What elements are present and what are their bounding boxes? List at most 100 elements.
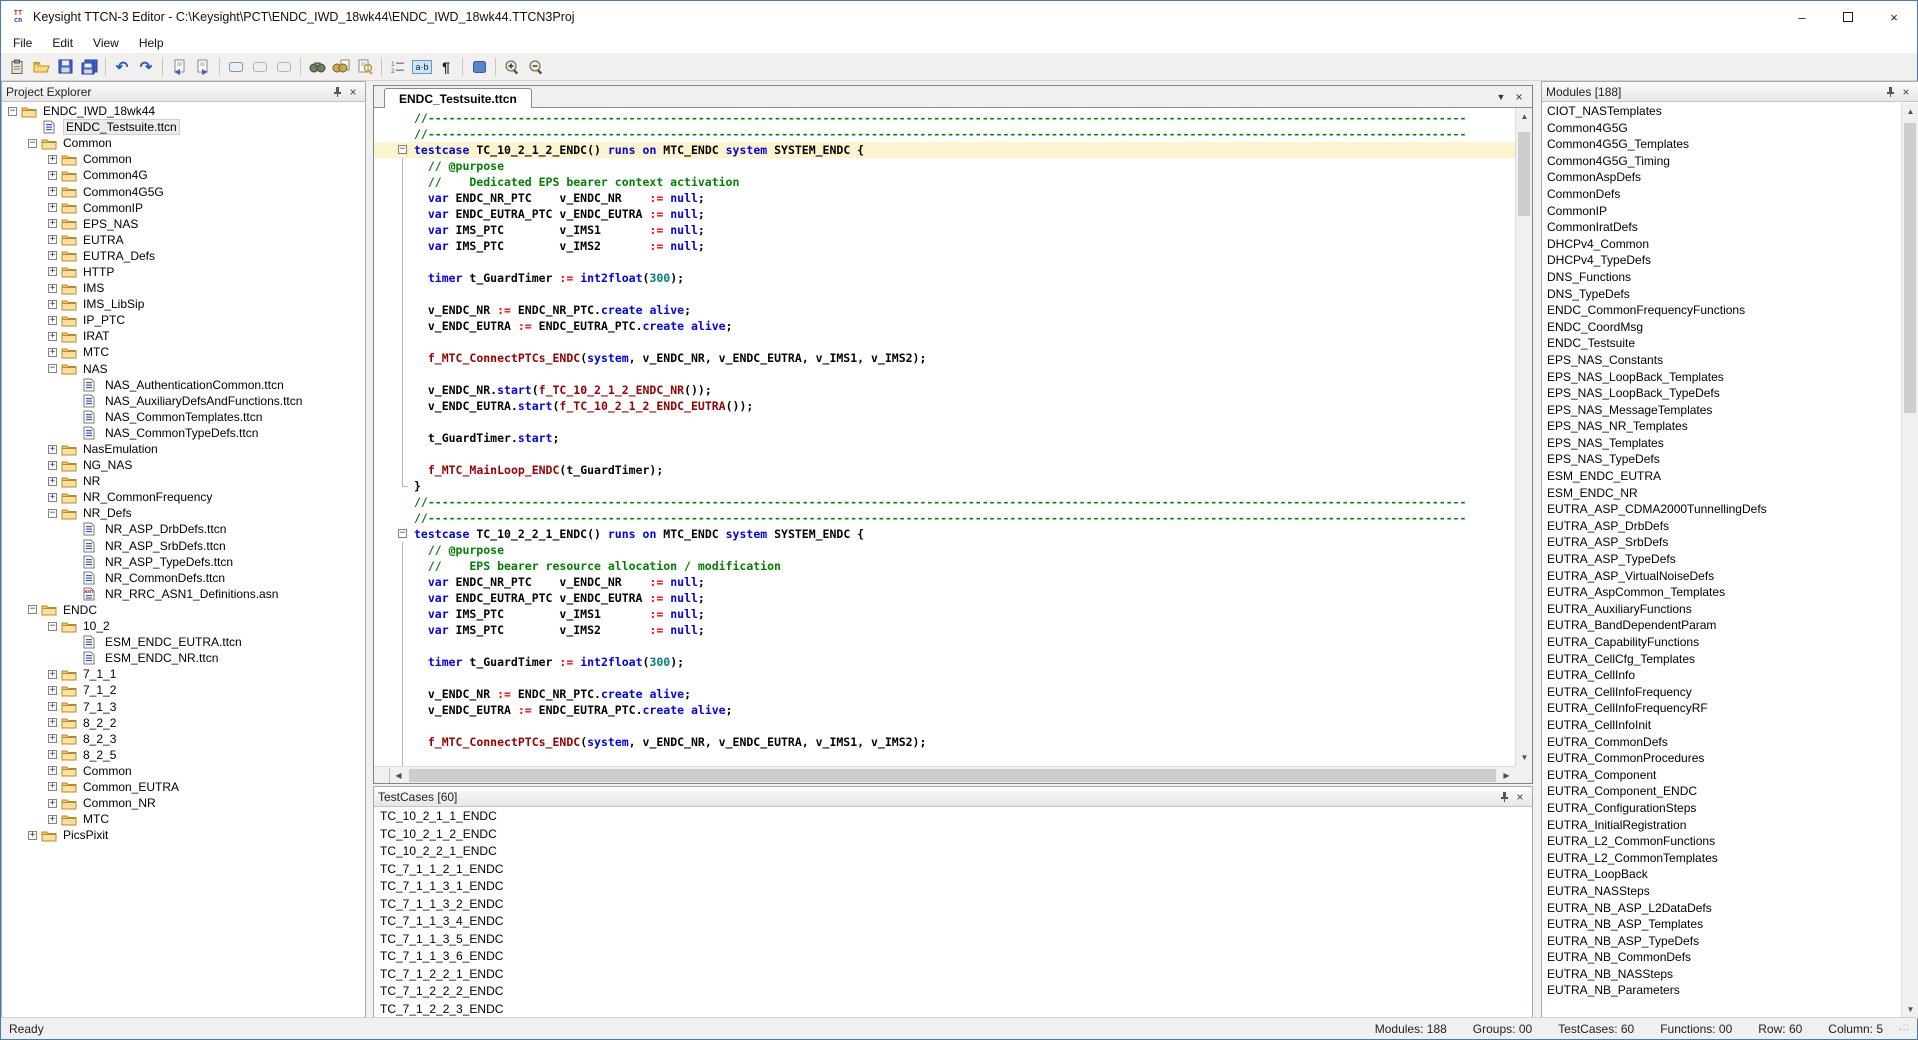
tree-item-endc-testsuite-ttcn[interactable]: ENDC_Testsuite.ttcn	[2, 119, 365, 135]
clipboard-icon[interactable]	[6, 56, 28, 78]
module-item[interactable]: EUTRA_CellInfoInit	[1542, 717, 1901, 734]
expand-icon[interactable]: +	[48, 187, 57, 196]
collapse-icon[interactable]: −	[28, 605, 37, 614]
module-item[interactable]: EPS_NAS_LoopBack_Templates	[1542, 369, 1901, 386]
close-button[interactable]: ×	[1871, 1, 1917, 33]
tab-endc-testsuite[interactable]: ENDC_Testsuite.ttcn	[384, 88, 532, 108]
tree-item-ims-libsip[interactable]: +IMS_LibSip	[2, 296, 365, 312]
tree-item-common[interactable]: +Common	[2, 151, 365, 167]
tree-item-esm-endc-eutra-ttcn[interactable]: ESM_ENDC_EUTRA.ttcn	[2, 634, 365, 650]
module-item[interactable]: ENDC_Testsuite	[1542, 335, 1901, 352]
module-item[interactable]: ESM_ENDC_NR	[1542, 485, 1901, 502]
tree-item-endc[interactable]: −ENDC	[2, 602, 365, 618]
module-item[interactable]: EPS_NAS_NR_Templates	[1542, 418, 1901, 435]
tree-item-8-2-3[interactable]: +8_2_3	[2, 731, 365, 747]
testcase-item[interactable]: TC_10_2_2_1_ENDC	[374, 843, 1532, 861]
fold-collapse-icon[interactable]: −	[398, 145, 407, 154]
scroll-down-icon[interactable]: ▼	[1902, 1001, 1918, 1018]
modules-scrollbar[interactable]: ▲ ▼	[1901, 103, 1918, 1018]
tree-item-common-eutra[interactable]: +Common_EUTRA	[2, 779, 365, 795]
module-item[interactable]: Common4G5G_Templates	[1542, 136, 1901, 153]
doc-arrow-right-icon[interactable]	[192, 56, 214, 78]
tree-item-eps-nas[interactable]: +EPS_NAS	[2, 216, 365, 232]
tree-item-10-2[interactable]: −10_2	[2, 618, 365, 634]
tab-close-icon[interactable]: ×	[1510, 89, 1528, 105]
tree-item-eutra[interactable]: +EUTRA	[2, 232, 365, 248]
expand-icon[interactable]: +	[48, 445, 57, 454]
expand-icon[interactable]: +	[48, 332, 57, 341]
word-wrap-icon[interactable]: a·b	[411, 56, 433, 78]
modules-scroll-thumb[interactable]	[1904, 123, 1916, 413]
module-item[interactable]: EUTRA_NB_Parameters	[1542, 982, 1901, 999]
expand-icon[interactable]: +	[48, 267, 57, 276]
menu-help[interactable]: Help	[129, 34, 174, 52]
editor-horizontal-scrollbar[interactable]: ◀ ▶	[374, 766, 1515, 783]
module-item[interactable]: EPS_NAS_MessageTemplates	[1542, 402, 1901, 419]
module-item[interactable]: EUTRA_L2_CommonFunctions	[1542, 833, 1901, 850]
tree-item-nas-authenticationcommon-ttcn[interactable]: NAS_AuthenticationCommon.ttcn	[2, 377, 365, 393]
scroll-left-icon[interactable]: ◀	[390, 767, 407, 784]
module-item[interactable]: ENDC_CommonFrequencyFunctions	[1542, 302, 1901, 319]
testcase-item[interactable]: TC_7_1_2_2_3_ENDC	[374, 1001, 1532, 1019]
module-item[interactable]: EUTRA_ASP_DrbDefs	[1542, 518, 1901, 535]
tree-item-8-2-5[interactable]: +8_2_5	[2, 747, 365, 763]
module-item[interactable]: CommonAspDefs	[1542, 169, 1901, 186]
module-item[interactable]: EUTRA_ConfigurationSteps	[1542, 800, 1901, 817]
module-item[interactable]: EUTRA_CellInfoFrequency	[1542, 684, 1901, 701]
open-folder-icon[interactable]	[30, 56, 52, 78]
fold-collapse-icon[interactable]: −	[398, 529, 407, 538]
expand-icon[interactable]: +	[48, 686, 57, 695]
module-item[interactable]: CommonIP	[1542, 203, 1901, 220]
module-item[interactable]: EUTRA_NB_CommonDefs	[1542, 949, 1901, 966]
bookmark-prev-icon[interactable]	[249, 56, 271, 78]
module-item[interactable]: EUTRA_AuxiliaryFunctions	[1542, 601, 1901, 618]
tree-item-7-1-3[interactable]: +7_1_3	[2, 698, 365, 714]
module-item[interactable]: EUTRA_NB_ASP_Templates	[1542, 916, 1901, 933]
close-icon[interactable]: ×	[345, 84, 361, 100]
module-item[interactable]: EUTRA_BandDependentParam	[1542, 617, 1901, 634]
module-item[interactable]: EUTRA_CommonDefs	[1542, 734, 1901, 751]
expand-icon[interactable]: +	[48, 171, 57, 180]
testcase-item[interactable]: TC_7_1_1_3_6_ENDC	[374, 948, 1532, 966]
menu-file[interactable]: File	[3, 34, 42, 52]
module-item[interactable]: EPS_NAS_Constants	[1542, 352, 1901, 369]
expand-icon[interactable]: +	[48, 461, 57, 470]
tree-item-7-1-2[interactable]: +7_1_2	[2, 682, 365, 698]
tree-item-nr-asp-drbdefs-ttcn[interactable]: NR_ASP_DrbDefs.ttcn	[2, 521, 365, 537]
find-in-files-icon[interactable]	[354, 56, 376, 78]
module-item[interactable]: EUTRA_L2_CommonTemplates	[1542, 850, 1901, 867]
testcase-item[interactable]: TC_7_1_1_2_1_ENDC	[374, 861, 1532, 879]
expand-icon[interactable]: +	[48, 815, 57, 824]
expand-icon[interactable]: +	[48, 203, 57, 212]
scroll-right-icon[interactable]: ▶	[1498, 767, 1515, 784]
undo-icon[interactable]: ↶	[111, 56, 133, 78]
expand-icon[interactable]: +	[48, 316, 57, 325]
testcase-item[interactable]: TC_10_2_1_1_ENDC	[374, 808, 1532, 826]
maximize-button[interactable]	[1825, 1, 1871, 33]
tree-item-commonip[interactable]: +CommonIP	[2, 200, 365, 216]
module-item[interactable]: EUTRA_CellInfoFrequencyRF	[1542, 700, 1901, 717]
tree-item-nr-commondefs-ttcn[interactable]: NR_CommonDefs.ttcn	[2, 570, 365, 586]
expand-icon[interactable]: +	[48, 493, 57, 502]
tree-item-http[interactable]: +HTTP	[2, 264, 365, 280]
pin-icon[interactable]	[1496, 789, 1512, 805]
testcase-item[interactable]: TC_7_1_1_3_2_ENDC	[374, 896, 1532, 914]
menu-view[interactable]: View	[83, 34, 129, 52]
redo-icon[interactable]: ↷	[135, 56, 157, 78]
splitter-grip[interactable]	[374, 768, 390, 783]
module-item[interactable]: EUTRA_Component_ENDC	[1542, 783, 1901, 800]
fold-margin[interactable]: −−	[374, 110, 414, 766]
testcase-item[interactable]: TC_10_2_1_2_ENDC	[374, 826, 1532, 844]
module-item[interactable]: DHCPv4_TypeDefs	[1542, 252, 1901, 269]
expand-icon[interactable]: +	[48, 702, 57, 711]
module-item[interactable]: Common4G5G_Timing	[1542, 153, 1901, 170]
doc-arrow-left-icon[interactable]	[168, 56, 190, 78]
module-item[interactable]: ENDC_CoordMsg	[1542, 319, 1901, 336]
menu-edit[interactable]: Edit	[42, 34, 83, 52]
tree-item-nr-asp-srbdefs-ttcn[interactable]: NR_ASP_SrbDefs.ttcn	[2, 538, 365, 554]
tree-item-nasemulation[interactable]: +NasEmulation	[2, 441, 365, 457]
module-item[interactable]: EUTRA_CellInfo	[1542, 667, 1901, 684]
module-item[interactable]: EUTRA_ASP_TypeDefs	[1542, 551, 1901, 568]
tree-item-common4g[interactable]: +Common4G	[2, 167, 365, 183]
zoom-out-icon[interactable]	[525, 56, 547, 78]
